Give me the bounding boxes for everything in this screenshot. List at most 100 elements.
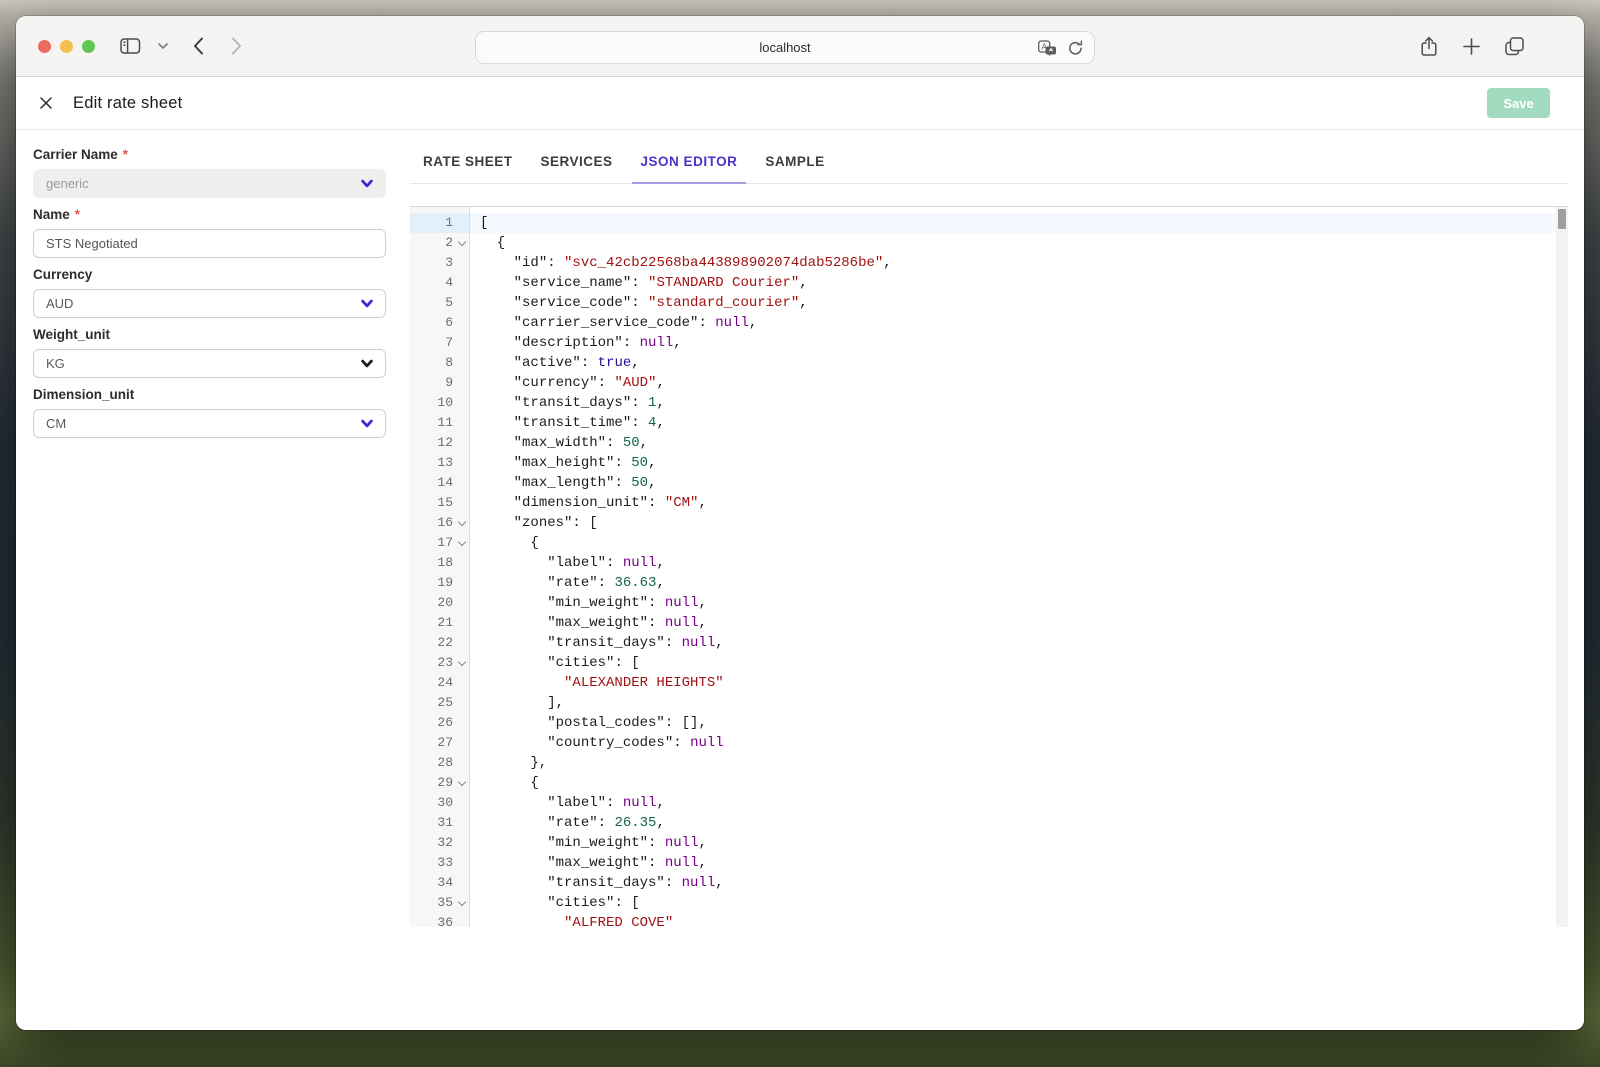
new-tab-icon[interactable] <box>1463 38 1480 55</box>
currency-label: Currency <box>33 267 386 282</box>
code-line: "currency": "AUD", <box>470 373 1556 393</box>
dimension-unit-label: Dimension_unit <box>33 387 386 402</box>
code-line: "rate": 26.35, <box>470 813 1556 833</box>
code-line: [ <box>470 213 1556 233</box>
line-number: 28 <box>410 753 469 773</box>
line-number: 20 <box>410 593 469 613</box>
scrollbar-thumb[interactable] <box>1558 209 1566 229</box>
translate-icon[interactable]: A <box>1038 40 1057 56</box>
line-number: 8 <box>410 353 469 373</box>
line-number: 12 <box>410 433 469 453</box>
reload-icon[interactable] <box>1068 40 1083 56</box>
tabs-overview-icon[interactable] <box>1505 37 1524 56</box>
name-label: Name* <box>33 207 386 222</box>
tab-rate-sheet[interactable]: RATE SHEET <box>414 139 522 183</box>
chevron-down-icon <box>361 299 373 308</box>
name-field[interactable] <box>33 229 386 258</box>
line-number: 23 <box>410 653 469 673</box>
browser-window: localhost A <box>16 16 1584 1030</box>
line-number: 3 <box>410 253 469 273</box>
line-number: 32 <box>410 833 469 853</box>
line-number: 5 <box>410 293 469 313</box>
close-button[interactable] <box>38 40 51 53</box>
code-line: "max_width": 50, <box>470 433 1556 453</box>
code-line: "max_weight": null, <box>470 613 1556 633</box>
browser-toolbar: localhost A <box>16 16 1584 77</box>
line-number: 25 <box>410 693 469 713</box>
edit-rate-sheet-modal: Edit rate sheet Save Carrier Name* generi… <box>16 77 1584 1030</box>
line-number: 19 <box>410 573 469 593</box>
currency-select[interactable]: AUD <box>33 289 386 318</box>
required-asterisk: * <box>123 147 128 162</box>
code-line: { <box>470 773 1556 793</box>
line-number: 27 <box>410 733 469 753</box>
code-line: "transit_time": 4, <box>470 413 1556 433</box>
line-number: 14 <box>410 473 469 493</box>
modal-body: Carrier Name* generic Name* Currency AUD Weig… <box>16 130 1584 1030</box>
code-line: "cities": [ <box>470 893 1556 913</box>
line-number: 10 <box>410 393 469 413</box>
editor-code[interactable]: [ { "id": "svc_42cb22568ba443898902074da… <box>470 207 1556 927</box>
fold-chevron-icon[interactable] <box>458 238 466 246</box>
code-line: "country_codes": null <box>470 733 1556 753</box>
line-number: 35 <box>410 893 469 913</box>
code-line: "min_weight": null, <box>470 833 1556 853</box>
fold-chevron-icon[interactable] <box>458 658 466 666</box>
line-number: 31 <box>410 813 469 833</box>
save-button[interactable]: Save <box>1487 88 1550 118</box>
fold-chevron-icon[interactable] <box>458 538 466 546</box>
code-line: "dimension_unit": "CM", <box>470 493 1556 513</box>
code-line: "cities": [ <box>470 653 1556 673</box>
code-line: "carrier_service_code": null, <box>470 313 1556 333</box>
line-number: 18 <box>410 553 469 573</box>
code-line: "ALEXANDER HEIGHTS" <box>470 673 1556 693</box>
carrier-name-label: Carrier Name* <box>33 147 386 162</box>
sidebar-icon[interactable] <box>120 37 141 55</box>
code-line: "max_weight": null, <box>470 853 1556 873</box>
tab-sample[interactable]: SAMPLE <box>756 139 833 183</box>
line-number: 36 <box>410 913 469 927</box>
fold-chevron-icon[interactable] <box>458 898 466 906</box>
zoom-button[interactable] <box>82 40 95 53</box>
modal-header: Edit rate sheet Save <box>16 77 1584 130</box>
close-icon[interactable] <box>40 97 52 109</box>
code-line: "service_code": "standard_courier", <box>470 293 1556 313</box>
code-line: "service_name": "STANDARD Courier", <box>470 273 1556 293</box>
carrier-name-select[interactable]: generic <box>33 169 386 198</box>
fold-chevron-icon[interactable] <box>458 518 466 526</box>
code-line: { <box>470 533 1556 553</box>
code-line: "transit_days": 1, <box>470 393 1556 413</box>
weight-unit-label: Weight_unit <box>33 327 386 342</box>
address-bar[interactable]: localhost A <box>475 31 1095 64</box>
back-icon[interactable] <box>193 37 204 55</box>
code-line: ], <box>470 693 1556 713</box>
forward-icon[interactable] <box>231 37 242 55</box>
tab-json-editor[interactable]: JSON EDITOR <box>632 139 747 183</box>
chevron-down-icon <box>361 179 373 188</box>
code-line: "rate": 36.63, <box>470 573 1556 593</box>
editor-scrollbar[interactable] <box>1556 207 1568 927</box>
line-number: 7 <box>410 333 469 353</box>
line-number: 17 <box>410 533 469 553</box>
page-title: Edit rate sheet <box>73 94 182 113</box>
editor-gutter: 1234567891011121314151617181920212223242… <box>410 207 470 927</box>
tab-services[interactable]: SERVICES <box>532 139 622 183</box>
share-icon[interactable] <box>1420 36 1438 57</box>
code-line: }, <box>470 753 1556 773</box>
line-number: 1 <box>410 213 469 233</box>
json-editor[interactable]: 1234567891011121314151617181920212223242… <box>410 206 1568 927</box>
chevron-down-icon[interactable] <box>158 43 168 50</box>
code-line: "description": null, <box>470 333 1556 353</box>
code-line: "ALFRED COVE" <box>470 913 1556 927</box>
dimension-unit-select[interactable]: CM <box>33 409 386 438</box>
line-number: 11 <box>410 413 469 433</box>
weight-unit-select[interactable]: KG <box>33 349 386 378</box>
code-line: "label": null, <box>470 793 1556 813</box>
line-number: 9 <box>410 373 469 393</box>
line-number: 4 <box>410 273 469 293</box>
minimize-button[interactable] <box>60 40 73 53</box>
code-line: "active": true, <box>470 353 1556 373</box>
code-line: "transit_days": null, <box>470 633 1556 653</box>
line-number: 33 <box>410 853 469 873</box>
fold-chevron-icon[interactable] <box>458 778 466 786</box>
